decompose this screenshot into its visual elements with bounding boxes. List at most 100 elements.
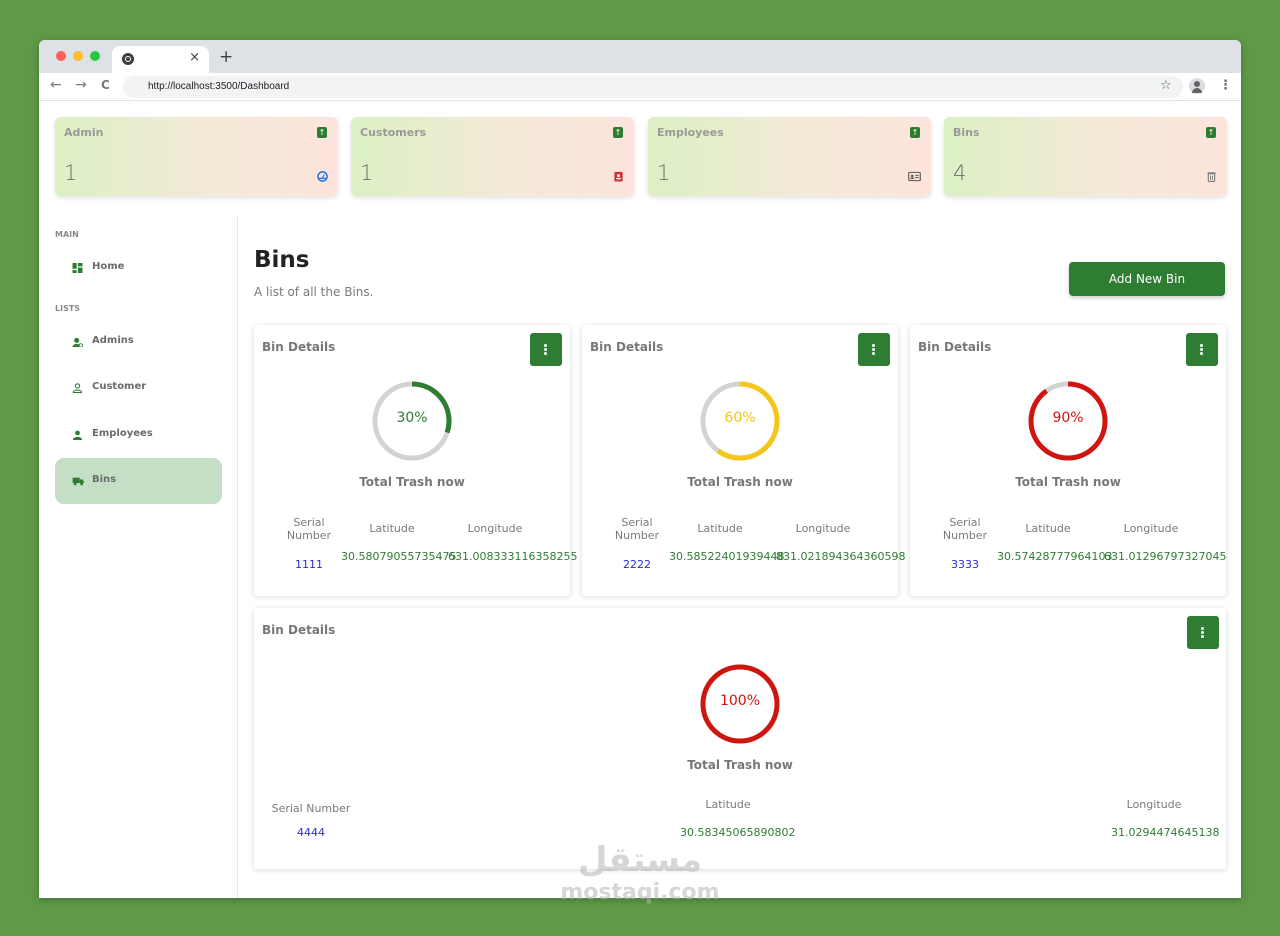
sidebar-item-label: Admins [92,335,134,346]
serial-number-header: Serial Number [942,516,988,542]
arrow-up-icon: ↑ [1206,127,1216,138]
sidebar-item-label: Customer [92,381,147,392]
close-window-button[interactable] [56,51,66,61]
bin-card: Bin Details 60% Total Trash now Serial N… [582,325,905,596]
serial-number-value: 1111 [295,558,323,571]
latitude-value: 30.58079055735475 [341,550,457,563]
dashboard-gauge-icon [317,171,328,182]
minimize-window-button[interactable] [73,51,83,61]
window-controls [56,51,100,61]
tab-close-icon[interactable]: × [189,50,200,65]
sidebar-item-label: Employees [92,428,153,439]
dashboard-icon [72,263,83,273]
longitude-value: 831.021894364360598 [776,550,906,563]
serial-number-value: 3333 [951,558,979,571]
sidebar: MAIN Home LISTS Admins Customer Employee… [39,215,238,898]
add-new-bin-button[interactable]: Add New Bin [1069,262,1225,296]
gauge-percent: 100% [719,693,761,709]
forward-icon[interactable]: → [75,77,87,93]
trash-icon [1207,172,1216,182]
widget-title: Employees [657,126,724,139]
widget-customers[interactable]: Customers ↑ 1 [351,117,634,196]
browser-menu-icon[interactable]: ⋮ [1219,78,1232,93]
page-subtitle: A list of all the Bins. [254,285,374,299]
longitude-header: Longitude [1123,522,1179,535]
sidebar-section-lists: LISTS [55,304,81,313]
gauge-caption: Total Trash now [1015,475,1121,489]
gauge-caption: Total Trash now [687,475,793,489]
gauge-caption: Total Trash now [359,475,465,489]
bin-menu-button[interactable] [530,333,562,366]
page-title: Bins [254,247,310,273]
watermark-logo: مستقل mostaqi.com [555,840,725,906]
admin-icon [72,337,83,347]
sidebar-item-employees[interactable]: Employees [55,412,222,458]
widget-title: Customers [360,126,427,139]
trash-gauge: 90% [1027,380,1109,462]
browser-window: × + ← → C http://localhost:3500/Dashboar… [39,40,1241,898]
maximize-window-button[interactable] [90,51,100,61]
bin-menu-button[interactable] [1186,333,1218,366]
longitude-value: 631.01296797327045 [1104,550,1227,563]
serial-number-value: 2222 [623,558,651,571]
gauge-percent: 30% [396,410,428,426]
trash-gauge: 60% [699,380,781,462]
bin-card-title: Bin Details [262,340,336,354]
bin-card-title: Bin Details [262,623,336,637]
back-icon[interactable]: ← [50,77,62,93]
sidebar-item-admins[interactable]: Admins [55,319,222,365]
browser-toolbar: ← → C http://localhost:3500/Dashboard ☆ … [39,73,1241,101]
longitude-header: Longitude [467,522,523,535]
watermark-latin: mostaqi.com [560,880,720,905]
longitude-header: Longitude [1126,798,1182,811]
bin-menu-button[interactable] [1187,616,1219,649]
serial-number-header: Serial Number [614,516,660,542]
gauge-percent: 60% [724,410,756,426]
chrome-icon [122,53,134,65]
customer-badge-icon [614,171,623,182]
serial-number-value: 4444 [297,826,325,839]
serial-number-header: Serial Number [286,516,332,542]
latitude-header: Latitude [369,522,415,535]
bookmark-star-icon[interactable]: ☆ [1160,78,1172,93]
widget-employees[interactable]: Employees ↑ 1 [648,117,931,196]
person-outline-icon [72,383,83,393]
longitude-value: 31.0294474645138 [1111,826,1220,839]
widget-bins[interactable]: Bins ↑ 4 [944,117,1227,196]
trash-gauge: 100% [699,663,781,745]
widget-count: 1 [64,161,78,185]
widget-title: Admin [64,126,104,139]
browser-tab[interactable]: × [112,46,209,73]
bin-card: Bin Details 100% Total Trash now Serial … [254,608,1226,869]
sidebar-section-main: MAIN [55,230,79,239]
gauge-percent: 90% [1052,410,1084,426]
widget-admin[interactable]: Admin ↑ 1 [55,117,338,196]
bin-card: Bin Details 90% Total Trash now Serial N… [910,325,1226,596]
bin-card: Bin Details 30% Total Trash now Serial N… [254,325,577,596]
widget-title: Bins [953,126,980,139]
person-icon [72,430,83,440]
watermark-arabic: مستقل [577,840,703,880]
sidebar-item-home[interactable]: Home [55,245,222,291]
bin-card-title: Bin Details [590,340,664,354]
latitude-value: 30.58522401939448 [669,550,785,563]
address-bar[interactable]: http://localhost:3500/Dashboard [123,76,1183,98]
latitude-value: 30.57428777964103 [997,550,1113,563]
latitude-value: 30.58345065890802 [680,826,796,839]
gauge-caption: Total Trash now [687,758,793,772]
widget-count: 4 [953,161,967,185]
arrow-up-icon: ↑ [910,127,920,138]
new-tab-button[interactable]: + [219,47,233,67]
id-card-icon [908,171,921,182]
latitude-header: Latitude [705,798,751,811]
longitude-header: Longitude [795,522,851,535]
bin-menu-button[interactable] [858,333,890,366]
profile-avatar-icon[interactable] [1189,78,1205,94]
sidebar-item-label: Bins [92,474,117,485]
reload-icon[interactable]: C [101,78,110,92]
sidebar-item-label: Home [92,261,125,272]
sidebar-item-bins[interactable]: Bins [55,458,222,504]
sidebar-item-customer[interactable]: Customer [55,365,222,411]
arrow-up-icon: ↑ [317,127,327,138]
serial-number-header: Serial Number [271,802,351,815]
